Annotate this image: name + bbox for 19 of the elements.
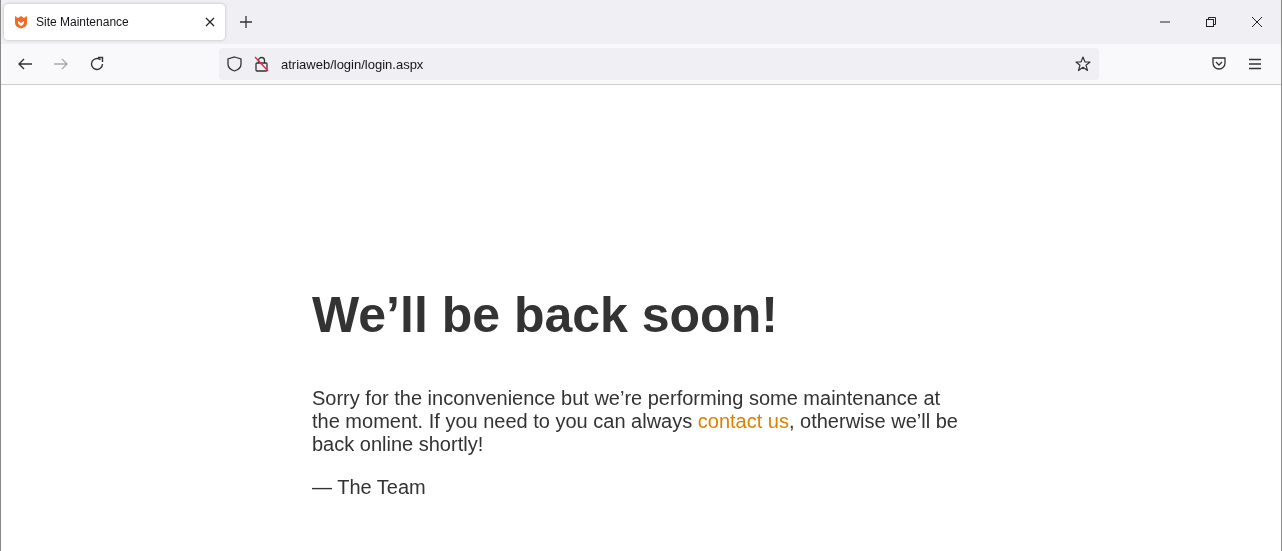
back-icon[interactable] bbox=[17, 56, 33, 72]
shield-logo-icon bbox=[14, 15, 28, 29]
close-icon[interactable] bbox=[1251, 16, 1263, 28]
maintenance-message: Sorry for the inconvenience but we’re performing some maintenance at the moment. If you need to you can always contact us, otherwise we’ll be back online shortly! bbox=[312, 387, 959, 456]
menu-icon[interactable] bbox=[1247, 56, 1263, 72]
url-text: atriaweb/login/login.aspx bbox=[281, 56, 424, 72]
new-tab-icon[interactable] bbox=[239, 15, 253, 29]
signature: — The Team bbox=[312, 476, 427, 499]
insecure-lock-icon[interactable] bbox=[254, 56, 269, 72]
page-heading: We’ll be back soon! bbox=[312, 286, 779, 345]
close-tab-icon[interactable] bbox=[205, 17, 215, 27]
reload-icon[interactable] bbox=[89, 56, 105, 72]
tab-title: Site Maintenance bbox=[36, 15, 130, 29]
shield-icon[interactable] bbox=[227, 56, 242, 72]
address-bar[interactable]: atriaweb/login/login.aspx bbox=[219, 48, 1099, 80]
restore-icon[interactable] bbox=[1205, 16, 1217, 28]
browser-tab[interactable]: Site Maintenance bbox=[4, 4, 225, 40]
star-icon[interactable] bbox=[1075, 56, 1091, 72]
pocket-icon[interactable] bbox=[1211, 56, 1227, 72]
